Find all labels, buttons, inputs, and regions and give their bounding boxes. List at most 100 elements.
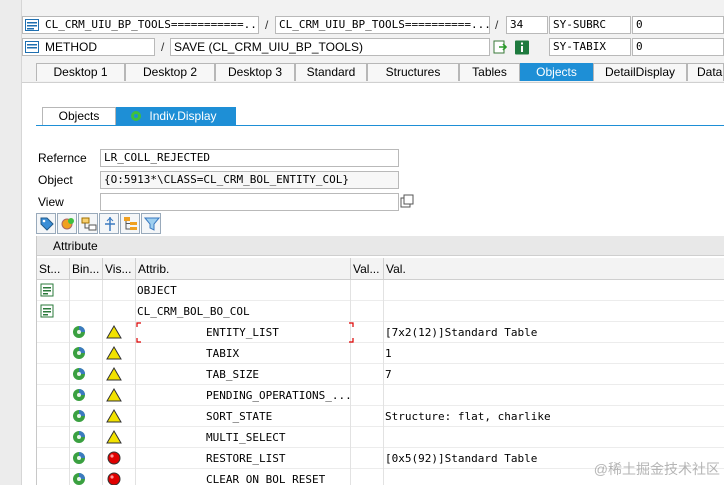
table-row[interactable]: PENDING_OPERATIONS_...	[37, 385, 724, 406]
sysvar-value-field-2[interactable]: 0	[632, 38, 724, 56]
find-button[interactable]	[57, 213, 77, 234]
attribute-name: RESTORE_LIST	[206, 452, 286, 465]
sysvar-name-field[interactable]: SY-SUBRC	[549, 16, 631, 34]
hierarchy-icon	[124, 217, 137, 230]
reference-field[interactable]: LR_COLL_REJECTED	[100, 149, 399, 167]
value-short-cell	[351, 322, 384, 343]
table-row[interactable]: ENTITY_LIST [7x2(12)]Standard Table	[37, 322, 724, 343]
attribute-value: [7x2(12)]Standard Table	[385, 326, 538, 339]
collapse-button[interactable]	[99, 213, 119, 234]
warning-icon	[106, 346, 122, 360]
value-cell	[384, 301, 724, 322]
filter-button[interactable]	[141, 213, 161, 234]
navigate-icon[interactable]	[493, 40, 509, 55]
attribute-cell: TAB_SIZE	[136, 364, 351, 385]
program-field[interactable]: CL_CRM_UIU_BP_TOOLS===========...	[22, 16, 259, 34]
attribute-value: Structure: flat, charlike	[385, 410, 551, 423]
attribute-value: [0x5(92)]Standard Table	[385, 452, 538, 465]
object-field: {O:5913*\CLASS=CL_CRM_BOL_ENTITY_COL}	[100, 171, 399, 189]
subtab-indiv-display-label: Indiv.Display	[149, 109, 217, 123]
event-type-value: METHOD	[45, 40, 97, 54]
sysvar-name-field-2[interactable]: SY-TABIX	[549, 38, 631, 56]
visibility-cell	[103, 343, 136, 364]
col-attribute[interactable]: Attrib.	[136, 258, 351, 280]
tag-button[interactable]	[36, 213, 56, 234]
table-row[interactable]: SORT_STATE Structure: flat, charlike	[37, 406, 724, 427]
table-row[interactable]: OBJECT	[37, 280, 724, 301]
hierarchy-button[interactable]	[120, 213, 140, 234]
view-copy-icon[interactable]	[400, 194, 415, 209]
object-node-icon	[40, 283, 54, 297]
error-icon	[107, 472, 121, 485]
tab-desktop-3[interactable]: Desktop 3	[215, 63, 295, 81]
visibility-cell	[103, 469, 136, 485]
method-icon	[25, 41, 39, 53]
value-cell: 1	[384, 343, 724, 364]
attribute-status-icon	[73, 368, 85, 380]
table-row[interactable]: TAB_SIZE 7	[37, 364, 724, 385]
status-cell	[37, 364, 70, 385]
col-binding[interactable]: Bin...	[70, 258, 103, 280]
col-value-short[interactable]: Val...	[351, 258, 384, 280]
attribute-status-icon	[73, 452, 85, 464]
method-field[interactable]: SAVE (CL_CRM_UIU_BP_TOOLS)	[170, 38, 490, 56]
gear-icon	[131, 111, 141, 121]
attribute-grid: Attribute St... Bin... Vis... Attrib. Va…	[36, 236, 724, 485]
include-field[interactable]: CL_CRM_UIU_BP_TOOLS==========...	[275, 16, 490, 34]
tab-objects[interactable]: Objects	[520, 63, 593, 81]
subtab-objects[interactable]: Objects	[42, 107, 116, 125]
table-row[interactable]: TABIX 1	[37, 343, 724, 364]
binding-cell	[70, 427, 103, 448]
col-value[interactable]: Val.	[384, 258, 724, 280]
tab-tables[interactable]: Tables	[459, 63, 520, 81]
tab-structures[interactable]: Structures	[367, 63, 459, 81]
binding-cell	[70, 280, 103, 301]
reference-value: LR_COLL_REJECTED	[104, 151, 210, 164]
attribute-status-icon	[73, 473, 85, 485]
status-cell	[37, 469, 70, 485]
attribute-name: TAB_SIZE	[206, 368, 259, 381]
warning-icon	[106, 430, 122, 444]
tab-standard[interactable]: Standard	[295, 63, 367, 81]
attribute-cell: RESTORE_LIST	[136, 448, 351, 469]
info-icon[interactable]	[514, 40, 530, 55]
col-visibility[interactable]: Vis...	[103, 258, 136, 280]
value-cell	[384, 427, 724, 448]
value-cell: [7x2(12)]Standard Table	[384, 322, 724, 343]
tab-detail-display[interactable]: DetailDisplay	[593, 63, 687, 81]
tree-node-icon	[105, 217, 115, 231]
status-cell	[37, 427, 70, 448]
tab-desktop-2[interactable]: Desktop 2	[125, 63, 215, 81]
visibility-cell	[103, 280, 136, 301]
table-row[interactable]: MULTI_SELECT	[37, 427, 724, 448]
col-status[interactable]: St...	[37, 258, 70, 280]
attribute-cell: PENDING_OPERATIONS_...	[136, 385, 351, 406]
binding-cell	[70, 301, 103, 322]
subtab-indiv-display[interactable]: Indiv.Display	[116, 107, 236, 125]
find-icon	[61, 218, 74, 230]
attribute-name: TABIX	[206, 347, 240, 360]
line-number-field[interactable]: 34	[506, 16, 548, 34]
attribute-name: SORT_STATE	[206, 410, 273, 423]
event-type-field[interactable]: METHOD	[22, 38, 155, 56]
visibility-cell	[103, 322, 136, 343]
attribute-cell: TABIX	[136, 343, 351, 364]
program-value: CL_CRM_UIU_BP_TOOLS===========...	[45, 18, 259, 31]
status-cell	[37, 322, 70, 343]
sysvar-value-field[interactable]: 0	[632, 16, 724, 34]
value-cell: Structure: flat, charlike	[384, 406, 724, 427]
method-value: SAVE (CL_CRM_UIU_BP_TOOLS)	[174, 40, 363, 54]
status-cell	[37, 343, 70, 364]
table-row[interactable]: CL_CRM_BOL_BO_COL	[37, 301, 724, 322]
program-icon	[25, 19, 39, 31]
attribute-status-icon	[73, 431, 85, 443]
expand-button[interactable]	[78, 213, 98, 234]
tab-data[interactable]: Data	[687, 63, 724, 81]
binding-cell	[70, 406, 103, 427]
left-margin-strip	[0, 0, 22, 485]
debugger-tabs: Desktop 1 Desktop 2 Desktop 3 Standard S…	[36, 63, 724, 81]
binding-cell	[70, 364, 103, 385]
view-input[interactable]	[100, 193, 399, 211]
attribute-value: 7	[385, 368, 392, 381]
tab-desktop-1[interactable]: Desktop 1	[36, 63, 125, 81]
